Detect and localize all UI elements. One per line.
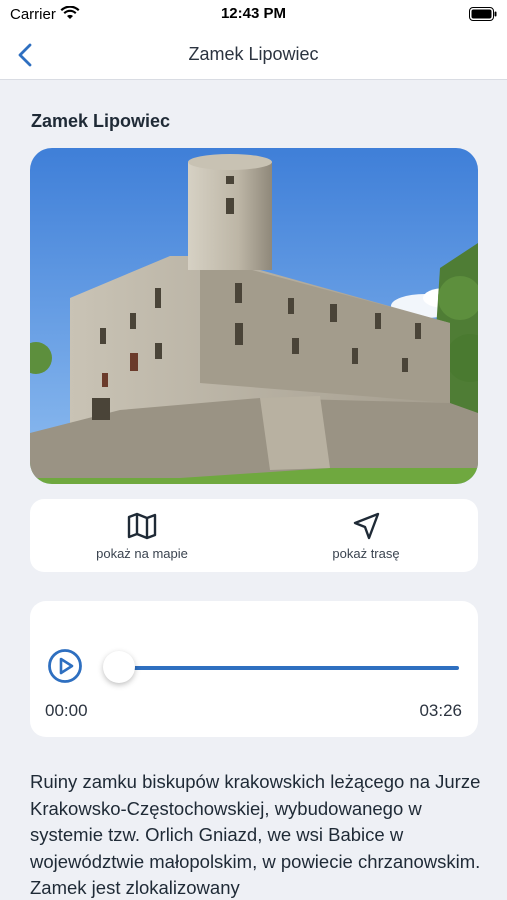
audio-player: 00:00 03:26 <box>30 601 478 737</box>
progress-track[interactable] <box>118 666 459 670</box>
show-route-label: pokaż trasę <box>332 546 400 561</box>
show-on-map-label: pokaż na mapie <box>96 546 188 561</box>
battery-icon <box>469 7 497 21</box>
page-title: Zamek Lipowiec <box>31 111 171 131</box>
current-time: 00:00 <box>45 701 88 720</box>
status-time: 12:43 PM <box>220 5 287 22</box>
status-bar: Carrier 12:43 PM <box>0 0 507 30</box>
actions-card: pokaż na mapie pokaż trasę <box>30 499 478 572</box>
progress-thumb[interactable] <box>103 651 135 683</box>
play-icon[interactable] <box>47 648 83 684</box>
nav-title: Zamek Lipowiec <box>188 44 319 64</box>
navigation-arrow-icon <box>353 512 380 540</box>
navigation-bar: Zamek Lipowiec <box>0 30 507 80</box>
description-text: Ruiny zamku biskupów krakowskich leżąceg… <box>30 771 481 898</box>
castle-photo <box>30 148 478 484</box>
show-on-map-button[interactable]: pokaż na mapie <box>30 499 254 572</box>
map-icon <box>127 512 157 540</box>
back-button[interactable] <box>10 38 40 72</box>
total-time: 03:26 <box>419 701 462 720</box>
show-route-button[interactable]: pokaż trasę <box>254 499 478 572</box>
chevron-left-icon <box>18 43 32 67</box>
